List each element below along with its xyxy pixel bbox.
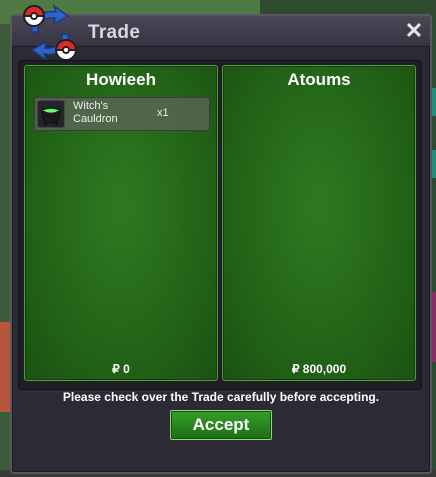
their-offer-panel: Atoums ₽ 800,000 bbox=[222, 65, 416, 381]
trade-arrows-pokeball-icon bbox=[22, 4, 78, 62]
player-name: Atoums bbox=[287, 70, 351, 89]
cauldron-icon bbox=[37, 100, 65, 128]
my-offer-panel: Howieeh Witch's Cauldron x1 ₽ 0 bbox=[24, 65, 218, 381]
trade-panels-container: Howieeh Witch's Cauldron x1 ₽ 0 Atoums ₽… bbox=[18, 60, 422, 390]
player-name: Howieeh bbox=[86, 70, 156, 89]
trade-notice: Please check over the Trade carefully be… bbox=[62, 390, 380, 404]
window-title: Trade bbox=[88, 22, 141, 43]
background-roof bbox=[0, 322, 10, 412]
item-name: Witch's Cauldron bbox=[73, 100, 118, 125]
item-quantity: x1 bbox=[157, 107, 169, 119]
trade-window: Trade ✕ Howieeh Witch's Cauldron x1 ₽ 0 … bbox=[10, 4, 432, 474]
close-icon[interactable]: ✕ bbox=[404, 20, 424, 42]
accept-button[interactable]: Accept bbox=[170, 410, 272, 440]
trade-item[interactable]: Witch's Cauldron x1 bbox=[34, 97, 210, 131]
money-offer: ₽ 0 bbox=[112, 362, 130, 376]
money-offer: ₽ 800,000 bbox=[291, 362, 347, 376]
